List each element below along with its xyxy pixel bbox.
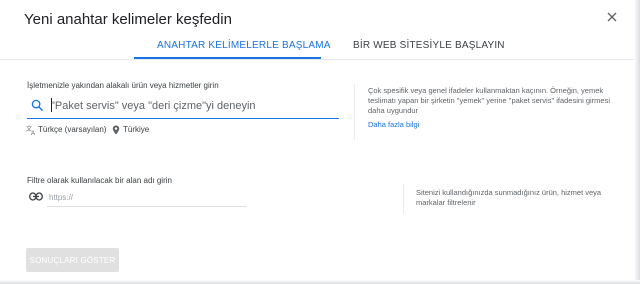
filter-section-label: Filtre olarak kullanılacak bir alan adı … (27, 176, 172, 185)
tab-start-with-keywords[interactable]: ANAHTAR KELİMELERLE BAŞLAMA (157, 40, 331, 51)
help-divider (354, 84, 355, 140)
learn-more-link[interactable]: Daha fazla bilgi (368, 120, 419, 129)
translate-icon: 文 A (26, 125, 35, 135)
link-icon (29, 192, 43, 201)
keyword-search-field[interactable] (27, 94, 339, 118)
filter-help-text: Sitenizi kullandığınızda sunmadığınız ür… (416, 188, 602, 207)
dialog-title: Yeni anahtar kelimeler keşfedin (24, 11, 232, 28)
tabs-divider (0, 59, 634, 60)
location-pin-icon (112, 125, 120, 135)
search-input-underline (27, 118, 339, 119)
dialog-bottom-shadow (0, 280, 640, 284)
tab-start-with-website[interactable]: BİR WEB SİTESİYLE BAŞLAYIN (353, 40, 505, 51)
close-icon (607, 12, 617, 22)
language-label[interactable]: Türkçe (varsayılan) (38, 125, 106, 134)
svg-text:A: A (31, 131, 35, 135)
show-results-button[interactable]: SONUÇLARI GÖSTER (26, 248, 119, 272)
domain-filter-input[interactable] (49, 189, 245, 205)
location-label[interactable]: Türkiye (123, 125, 149, 134)
domain-filter-field[interactable] (27, 188, 247, 206)
domain-input-underline (47, 206, 247, 207)
keywords-help-text: Çok spesifik veya genel ifadeler kullanm… (368, 86, 610, 115)
search-icon (31, 99, 44, 112)
keywords-section-label: İşletmenizle yakından alakalı ürün veya … (27, 81, 219, 90)
close-button[interactable] (604, 9, 620, 25)
keyword-planner-dialog: Yeni anahtar kelimeler keşfedin ANAHTAR … (0, 0, 640, 284)
filter-help-divider (403, 184, 404, 214)
keyword-search-input[interactable] (51, 96, 337, 116)
tab-bar: ANAHTAR KELİMELERLE BAŞLAMA BİR WEB SİTE… (0, 36, 634, 59)
text-caret (51, 98, 52, 112)
dialog-edge-shadow (634, 0, 640, 284)
